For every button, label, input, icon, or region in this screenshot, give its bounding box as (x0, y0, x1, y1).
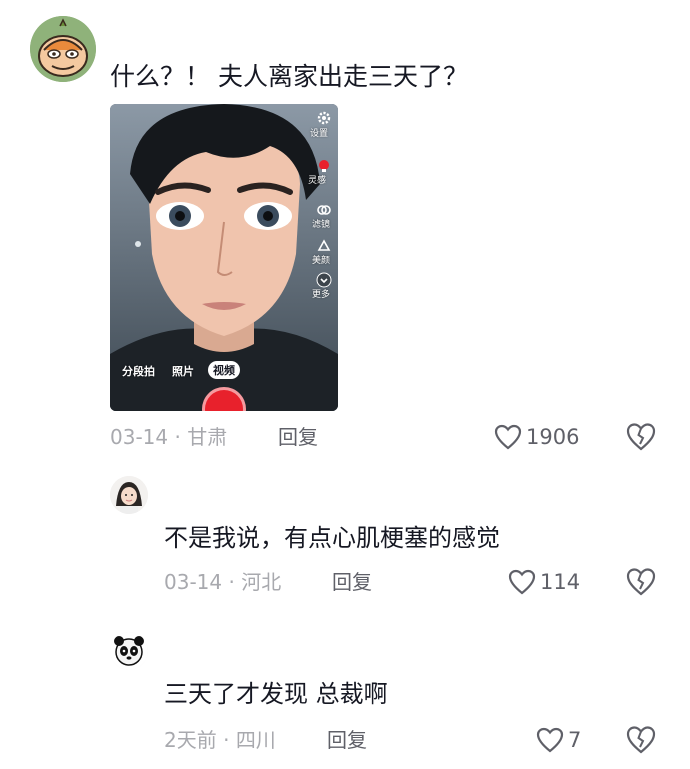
main-comment-meta: 03-14 · 甘肃 (110, 424, 227, 450)
main-comment-text: 什么？！ 夫人离家出走三天了？ (110, 62, 468, 91)
avatar-reply-1[interactable] (110, 476, 148, 514)
meta-separator: · (228, 570, 242, 594)
like-button[interactable]: 1906 (494, 424, 579, 450)
reply-button[interactable]: 回复 (278, 424, 318, 450)
settings-label: 设置 (310, 129, 329, 139)
heart-outline-icon (536, 727, 564, 753)
meta-separator: · (174, 425, 188, 449)
like-button[interactable]: 7 (536, 727, 581, 753)
comment-location: 河北 (241, 570, 282, 594)
girl-avatar-icon (110, 476, 148, 514)
reply-1-meta: 03-14 · 河北 (164, 569, 281, 595)
side-label-inspiration: 灵感 (308, 176, 327, 186)
beauty-icon[interactable] (316, 238, 332, 254)
gear-icon[interactable] (316, 110, 332, 126)
mode-tab-video[interactable]: 视频 (208, 361, 240, 379)
reply-button[interactable]: 回复 (327, 727, 367, 753)
comment-date: 2天前 (164, 728, 217, 752)
comment-date: 03-14 (110, 425, 169, 449)
side-label-filter: 滤镜 (312, 220, 331, 230)
comment-thread: 什么？！ 夫人离家出走三天了？ 设置 灵感 滤镜 美颜 更多 分段拍 照片 视频… (0, 0, 690, 769)
like-count: 1906 (526, 425, 580, 449)
comment-date: 03-14 (164, 570, 223, 594)
side-label-beauty: 美颜 (312, 256, 331, 266)
reply-button[interactable]: 回复 (332, 569, 372, 595)
avatar-main-commenter[interactable] (30, 16, 96, 82)
bulb-icon[interactable] (316, 158, 332, 174)
reply-2-text: 三天了才发现 总裁啊 (164, 680, 388, 708)
heart-outline-icon (508, 569, 536, 595)
broken-heart-icon[interactable] (626, 422, 656, 452)
mode-tab-segment[interactable]: 分段拍 (122, 363, 155, 379)
filter-icon[interactable] (316, 202, 332, 218)
reply-2-meta: 2天前 · 四川 (164, 727, 276, 753)
broken-heart-icon[interactable] (626, 567, 656, 597)
meta-separator: · (223, 728, 236, 752)
mode-tab-photo[interactable]: 照片 (172, 363, 194, 379)
side-label-more: 更多 (312, 290, 331, 300)
heart-outline-icon (494, 424, 522, 450)
like-count: 7 (568, 728, 582, 752)
panda-avatar-icon (110, 632, 148, 670)
reply-1-text: 不是我说，有点心肌梗塞的感觉 (164, 524, 500, 552)
comment-location: 甘肃 (187, 425, 228, 449)
video-thumbnail[interactable]: 设置 灵感 滤镜 美颜 更多 分段拍 照片 视频 (110, 104, 338, 411)
comment-location: 四川 (235, 728, 276, 752)
chevron-down-icon[interactable] (316, 272, 332, 288)
like-button[interactable]: 114 (508, 569, 580, 595)
monkey-avatar-icon (30, 16, 96, 82)
like-count: 114 (540, 570, 581, 594)
avatar-reply-2[interactable] (110, 632, 148, 670)
broken-heart-icon[interactable] (626, 725, 656, 755)
